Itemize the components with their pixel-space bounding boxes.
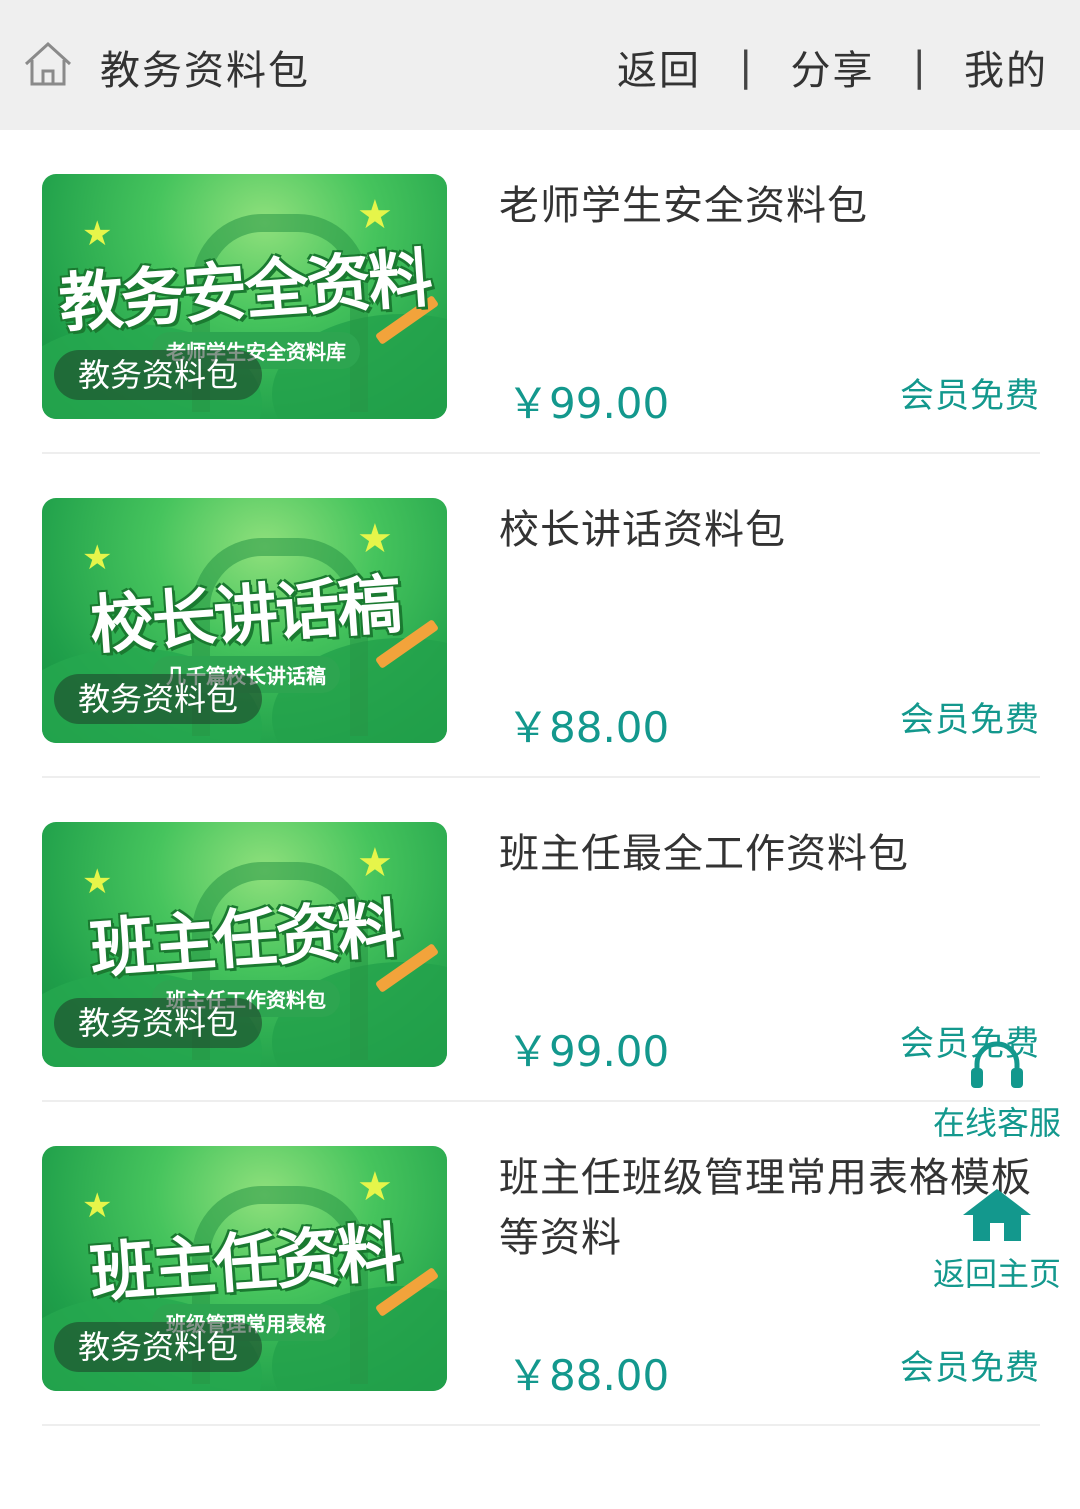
nav-separator: | [739,44,753,90]
product-item[interactable]: ★ ★ 班主任资料 班级管理常用表格 教务资料包 班主任班级管理常用表格模板等资… [42,1102,1040,1426]
nav-separator: | [912,44,926,90]
nav-share-link[interactable]: 分享 [791,38,875,96]
site-title: 教务资料包 [100,48,310,94]
product-thumbnail[interactable]: ★ ★ 校长讲话稿 几千篇校长讲话稿 教务资料包 [42,498,447,743]
back-home-button[interactable]: 返回主页 [932,1185,1062,1295]
product-title[interactable]: 班主任最全工作资料包 [499,824,1039,884]
product-price: ￥88.00 [507,703,670,752]
back-home-label: 返回主页 [932,1255,1061,1293]
product-item[interactable]: ★ ★ 校长讲话稿 几千篇校长讲话稿 教务资料包 校长讲话资料包 ￥88.00 … [42,454,1040,778]
home-icon [963,1189,1031,1241]
product-item[interactable]: ★ ★ 班主任资料 班主任工作资料包 教务资料包 班主任最全工作资料包 ￥99.… [42,778,1040,1102]
product-title[interactable]: 老师学生安全资料包 [499,176,1039,236]
nav-back-link[interactable]: 返回 [617,38,701,96]
top-header: 教务资料包 返回 | 分享 | 我的 [0,0,1080,130]
member-free-label: 会员免费 [900,1348,1040,1388]
header-nav: 返回 | 分享 | 我的 [617,38,1048,96]
category-tag: 教务资料包 [54,1322,263,1372]
headset-icon [971,1041,1023,1088]
product-thumbnail[interactable]: ★ ★ 教务安全资料 老师学生安全资料库 教务资料包 [42,174,447,419]
star-icon: ★ [82,214,113,254]
product-price: ￥99.00 [507,1027,670,1076]
product-list: ★ ★ 教务安全资料 老师学生安全资料库 教务资料包 老师学生安全资料包 ￥99… [42,130,1040,1426]
product-price: ￥99.00 [507,379,670,428]
product-title[interactable]: 校长讲话资料包 [499,500,1039,560]
product-item[interactable]: ★ ★ 教务安全资料 老师学生安全资料库 教务资料包 老师学生安全资料包 ￥99… [42,130,1040,454]
star-icon: ★ [82,862,113,902]
member-free-label: 会员免费 [900,700,1040,740]
product-thumbnail[interactable]: ★ ★ 班主任资料 班主任工作资料包 教务资料包 [42,822,447,1067]
product-thumbnail[interactable]: ★ ★ 班主任资料 班级管理常用表格 教务资料包 [42,1146,447,1391]
category-tag: 教务资料包 [54,674,263,724]
member-free-label: 会员免费 [900,376,1040,416]
nav-mine-link[interactable]: 我的 [964,38,1048,96]
online-service-button[interactable]: 在线客服 [932,1038,1062,1144]
category-tag: 教务资料包 [54,998,263,1048]
product-price: ￥88.00 [507,1351,670,1400]
star-icon: ★ [82,1186,113,1226]
online-service-label: 在线客服 [932,1104,1061,1142]
category-tag: 教务资料包 [54,350,263,400]
star-icon: ★ [82,538,113,578]
home-outline-icon[interactable] [22,38,74,90]
